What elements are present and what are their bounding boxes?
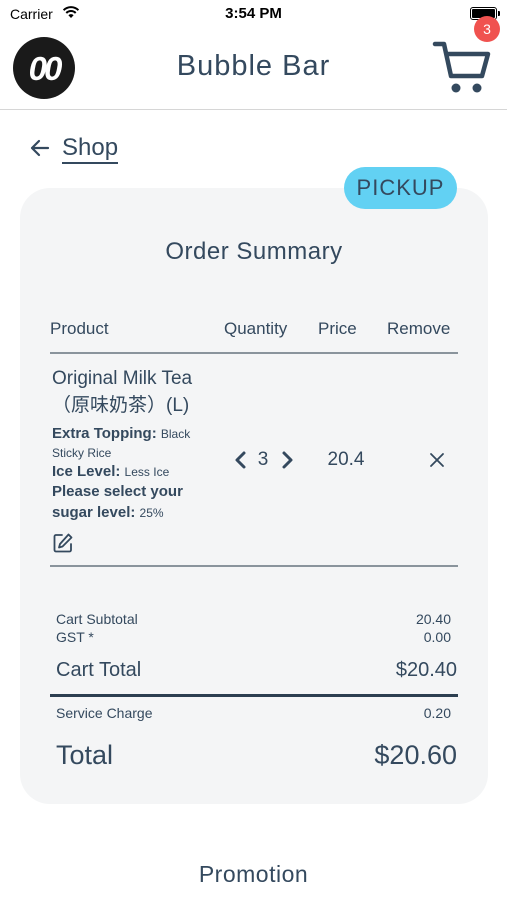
status-bar: Carrier 3:54 PM [0, 0, 507, 28]
sugar-option: Please select your [52, 482, 222, 502]
fulfillment-badge: PICKUP [344, 167, 457, 209]
topping-option: Extra Topping: Black [52, 424, 222, 444]
cart-subtotal-value: 20.40 [415, 611, 451, 627]
table-header-divider [50, 352, 458, 354]
gst-label: GST * [56, 629, 94, 645]
order-summary-title: Order Summary [165, 238, 343, 265]
edit-icon[interactable] [52, 532, 74, 554]
service-charge-label: Service Charge [56, 705, 153, 721]
column-header-product: Product [50, 319, 109, 338]
grand-total-label: Total [56, 740, 114, 770]
topping-option-cont: Sticky Rice [52, 443, 222, 463]
close-icon[interactable] [428, 451, 446, 469]
column-header-quantity: Quantity [224, 319, 288, 338]
product-name: Original Milk Tea （原味奶茶）(L) [52, 365, 224, 419]
product-name-line: Original Milk Tea [52, 368, 193, 389]
item-divider [50, 565, 458, 567]
product-size-line: （原味奶茶）(L) [52, 395, 190, 416]
cart-subtotal-label: Cart Subtotal [56, 611, 138, 627]
ice-label: Ice Level: [52, 463, 121, 480]
ice-option: Ice Level: Less Ice [52, 462, 222, 482]
sugar-option-cont: sugar level: 25% [52, 503, 222, 523]
cart-count-badge: 3 [474, 16, 500, 42]
item-price: 20.4 [327, 449, 365, 470]
sugar-label-cont: sugar level: [52, 504, 136, 521]
topping-value-cont: Sticky Rice [52, 446, 112, 460]
totals-divider [50, 694, 458, 697]
topping-label: Extra Topping: [52, 425, 157, 442]
sugar-value: 25% [139, 506, 164, 520]
cart-icon[interactable] [432, 38, 492, 98]
sugar-label: Please select your [52, 483, 183, 500]
clock-time: 3:54 PM [225, 5, 282, 22]
service-charge-value: 0.20 [423, 705, 451, 721]
grand-total-value: $20.60 [374, 740, 457, 770]
back-link-label: Shop [62, 134, 119, 164]
gst-value: 0.00 [423, 629, 451, 645]
topping-value: Black [160, 427, 191, 441]
cart-total-label: Cart Total [56, 659, 142, 681]
quantity-value: 3 [257, 449, 269, 470]
app-header: 00 Bubble Bar [0, 28, 507, 110]
chevron-right-icon[interactable] [280, 450, 294, 470]
column-header-price: Price [318, 319, 357, 338]
cart-total-value: $20.40 [395, 659, 457, 681]
column-header-remove: Remove [387, 319, 451, 338]
chevron-left-icon[interactable] [234, 450, 248, 470]
page-title: Bubble Bar [176, 50, 331, 82]
promotion-heading: Promotion [198, 861, 309, 887]
ice-value: Less Ice [124, 465, 170, 479]
back-arrow-icon [30, 139, 50, 157]
